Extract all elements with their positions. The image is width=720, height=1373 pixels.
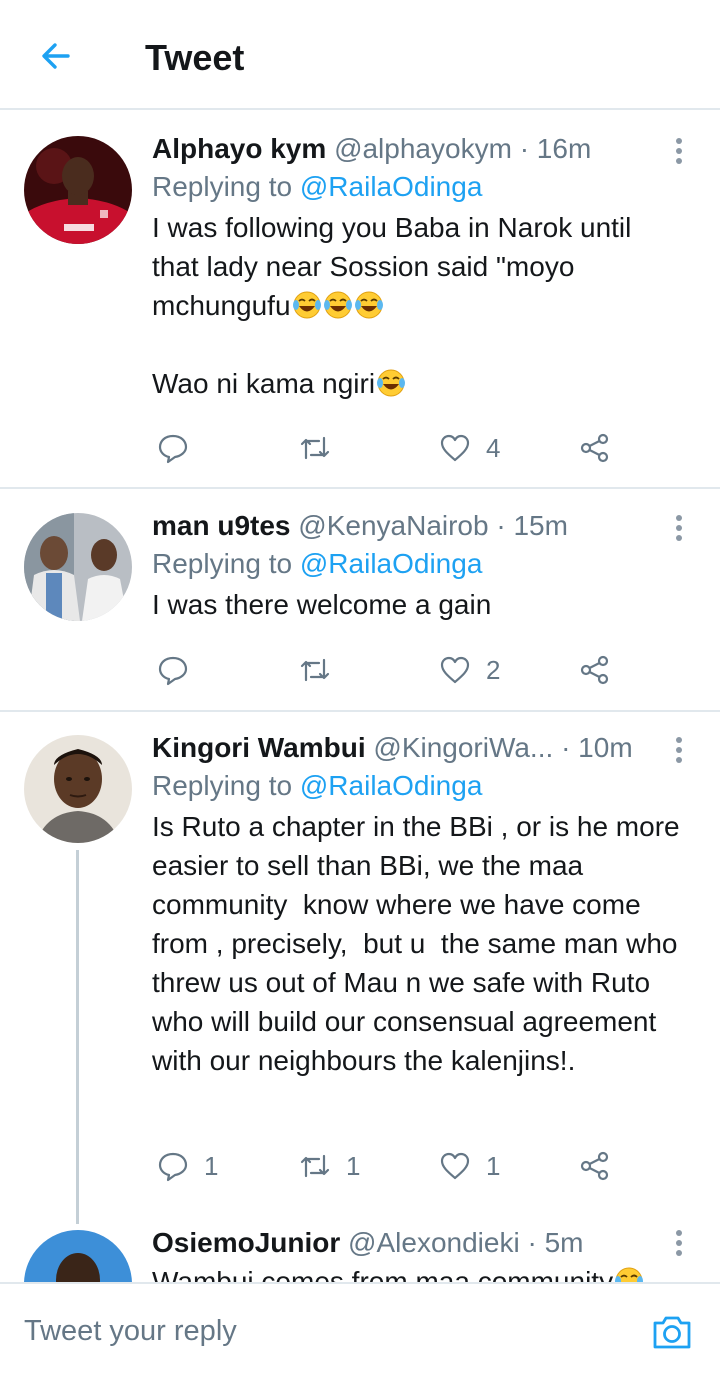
tweet-text: I was there welcome a gain (152, 589, 492, 620)
retweet-button[interactable] (298, 428, 346, 468)
tears-of-joy-emoji-icon (615, 1267, 644, 1282)
avatar[interactable] (24, 1230, 132, 1282)
heart-icon (440, 656, 470, 684)
retweet-icon (300, 1154, 330, 1178)
reply-input[interactable]: Tweet your reply (24, 1314, 237, 1348)
top-bar: Tweet (0, 0, 720, 110)
mention-link[interactable]: @RailaOdinga (300, 171, 483, 202)
timestamp: 10m (578, 732, 633, 763)
display-name[interactable]: Alphayo kym (152, 133, 326, 164)
share-icon (580, 1151, 609, 1181)
reply-button[interactable]: 1 (156, 1146, 218, 1186)
display-name[interactable]: OsiemoJunior (152, 1227, 340, 1258)
more-options-icon[interactable] (672, 735, 686, 765)
avatar[interactable] (24, 136, 132, 244)
tears-of-joy-emoji-icon (323, 291, 352, 319)
heart-icon (440, 1152, 470, 1180)
like-button[interactable]: 1 (438, 1146, 500, 1186)
timestamp: 16m (536, 133, 592, 164)
replying-to-label: Replying to (152, 770, 300, 801)
share-icon (580, 433, 609, 463)
like-button[interactable]: 2 (438, 650, 500, 690)
tweet-text: Is Ruto a chapter in the BBi , or is he … (152, 811, 688, 1076)
display-name[interactable]: man u9tes (152, 510, 291, 541)
separator-dot: · (519, 133, 530, 164)
retweet-button[interactable]: 1 (298, 1146, 360, 1186)
like-button[interactable]: 4 (438, 428, 500, 468)
retweet-icon (300, 436, 330, 460)
tweet-text: Wao ni kama ngiri (152, 364, 680, 403)
tweet-header: Kingori Wambui @KingoriWa... · 10m (152, 729, 680, 767)
tweet-text: Wambui comes from maa community (152, 1262, 680, 1282)
replying-to: Replying to @RailaOdinga (152, 168, 680, 206)
avatar[interactable] (24, 735, 132, 843)
reply-count: 1 (204, 1150, 219, 1181)
like-count: 1 (486, 1150, 501, 1181)
reply-button[interactable] (156, 428, 204, 468)
reply-composer: Tweet your reply (0, 1282, 720, 1373)
reply-icon (158, 656, 188, 686)
handle[interactable]: @alphayokym (334, 133, 512, 164)
tears-of-joy-emoji-icon (354, 291, 383, 319)
replying-to-label: Replying to (152, 548, 300, 579)
like-count: 4 (486, 432, 501, 463)
separator-dot: · (496, 510, 506, 541)
tweet-item[interactable]: OsiemoJunior @Alexondieki · 5m Wambui co… (0, 1224, 720, 1282)
replying-to: Replying to @RailaOdinga (152, 767, 680, 805)
more-options-icon[interactable] (672, 513, 686, 543)
tweet-text-line: Wambui comes from maa community (152, 1266, 614, 1282)
page-title: Tweet (145, 37, 245, 78)
tweet-item[interactable]: Alphayo kym @alphayokym · 16m Replying t… (0, 112, 720, 489)
camera-icon (653, 1316, 691, 1349)
tweet-text-line: I was following you Baba in Narok until … (152, 212, 640, 321)
tweet-text-line: Wao ni kama ngiri (152, 368, 376, 399)
avatar[interactable] (24, 513, 132, 621)
replying-to: Replying to @RailaOdinga (152, 545, 680, 583)
share-button[interactable] (578, 1146, 612, 1186)
like-count: 2 (486, 654, 501, 685)
handle[interactable]: @KingoriWa... (373, 732, 553, 763)
tweet-item[interactable]: man u9tes @KenyaNairob · 15m Replying to… (0, 491, 720, 712)
tears-of-joy-emoji-icon (377, 369, 406, 397)
tweet-text: I was following you Baba in Narok until … (152, 208, 680, 325)
replying-to-label: Replying to (152, 171, 300, 202)
reply-button[interactable] (156, 650, 204, 690)
tweet-actions: 1 1 1 (156, 1146, 626, 1186)
tweet-header: OsiemoJunior @Alexondieki · 5m (152, 1224, 680, 1262)
retweet-count: 1 (346, 1150, 361, 1181)
back-button[interactable] (36, 36, 76, 76)
arrow-left-icon (42, 43, 70, 69)
heart-icon (440, 434, 470, 462)
display-name[interactable]: Kingori Wambui (152, 732, 366, 763)
handle[interactable]: @KenyaNairob (298, 510, 488, 541)
timestamp: 15m (513, 510, 568, 541)
reply-icon (158, 1152, 188, 1182)
mention-link[interactable]: @RailaOdinga (300, 770, 483, 801)
mention-link[interactable]: @RailaOdinga (300, 548, 483, 579)
tweet-actions: 4 (156, 428, 626, 468)
timestamp: 5m (544, 1227, 584, 1258)
more-options-icon[interactable] (672, 1228, 686, 1258)
tweet-actions: 2 (156, 650, 626, 690)
separator-dot: · (527, 1227, 537, 1258)
share-button[interactable] (578, 428, 612, 468)
handle[interactable]: @Alexondieki (348, 1227, 520, 1258)
tweet-item[interactable]: Kingori Wambui @KingoriWa... · 10m Reply… (0, 713, 720, 1223)
more-options-icon[interactable] (672, 136, 686, 166)
share-icon (580, 655, 609, 685)
separator-dot: · (561, 732, 571, 763)
tweet-header: man u9tes @KenyaNairob · 15m (152, 507, 680, 545)
tweet-header: Alphayo kym @alphayokym · 16m (152, 130, 680, 168)
share-button[interactable] (578, 650, 612, 690)
tears-of-joy-emoji-icon (292, 291, 321, 319)
reply-icon (158, 434, 188, 464)
retweet-button[interactable] (298, 650, 346, 690)
camera-button[interactable] (650, 1310, 694, 1354)
retweet-icon (300, 658, 330, 682)
